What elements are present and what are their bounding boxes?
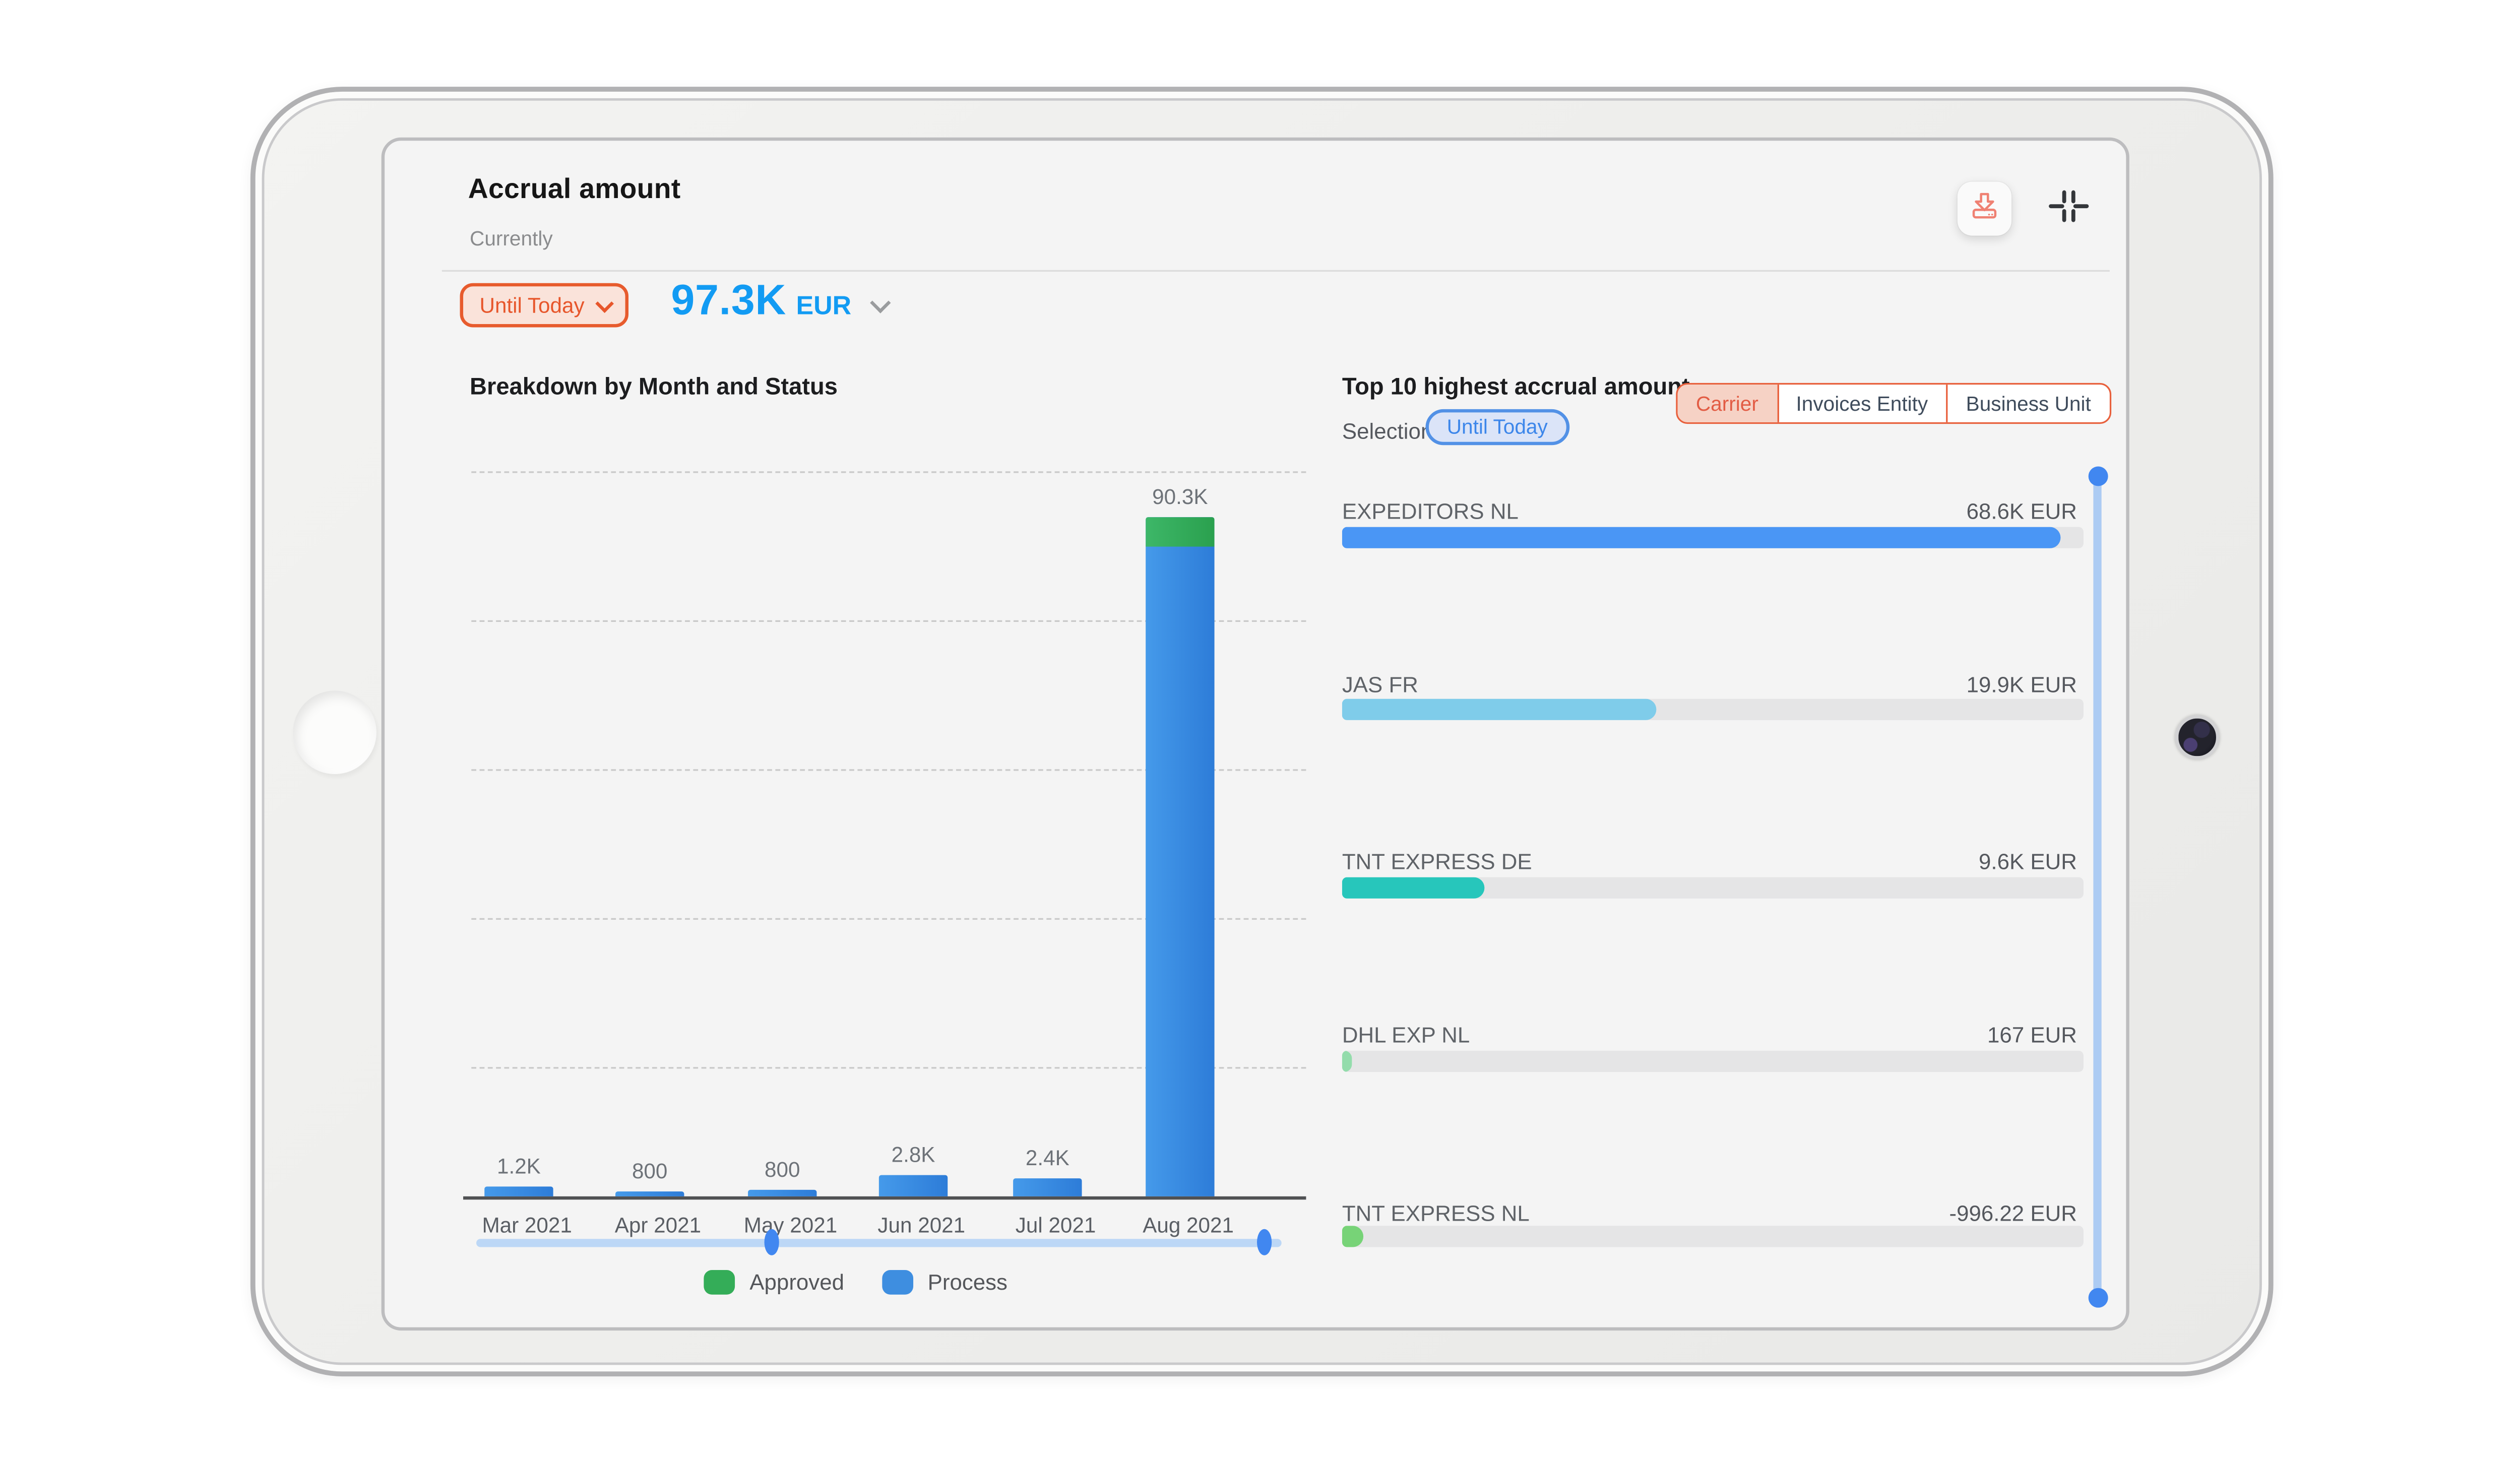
item-value: -996.22 EUR [1949,1201,2077,1226]
top10-title: Top 10 highest accrual amount [1342,375,1690,401]
item-name: JAS FR [1342,673,1418,698]
period-filter-button[interactable]: Until Today [460,283,629,328]
item-value: 9.6K EUR [1979,849,2077,874]
approved-legend-swatch [704,1270,735,1295]
process-legend-swatch [882,1270,913,1295]
scrollbar-handle-top[interactable] [2088,467,2107,486]
page-subtitle: Currently [470,227,553,250]
x-axis-label: Jul 2021 [998,1213,1113,1237]
tab-business-unit[interactable]: Business Unit [1947,385,2110,422]
item-progress-bar [1342,877,2084,899]
period-filter-label: Until Today [479,293,584,318]
approved-segment [1146,517,1214,546]
dashboard-screen: Accrual amount Currently [382,138,2129,1330]
bar-value-label: 1.2K [462,1154,576,1178]
item-value: 68.6K EUR [1967,499,2077,524]
category-segmented-control: Carrier Invoices Entity Business Unit [1676,383,2111,424]
header-divider [442,270,2110,272]
bar-value-label: 800 [593,1158,707,1183]
tablet-frame: Accrual amount Currently [250,87,2274,1376]
item-name: EXPEDITORS NL [1342,499,1519,524]
bar-chart-plot: 1.2K 800 800 2.8K 2.4K [463,435,1306,1200]
collapse-button[interactable] [2047,192,2090,227]
legend-label-process: Process [928,1270,1007,1295]
x-axis-label: Mar 2021 [470,1213,584,1237]
camera-lens-icon [2175,715,2220,759]
selection-label: Selection: [1342,419,1439,443]
total-amount-value: 97.3K [671,275,786,326]
page-title: Accrual amount [468,173,681,206]
x-axis-label: Aug 2021 [1131,1213,1245,1237]
item-name: TNT EXPRESS DE [1342,849,1532,874]
scrollbar-handle-bottom[interactable] [2088,1288,2107,1308]
bar-value-label: 2.8K [856,1143,970,1167]
selection-pill-label: Until Today [1447,416,1548,438]
download-button[interactable] [1958,181,2011,235]
range-slider-handle-start[interactable] [764,1229,778,1255]
range-slider-handle-end[interactable] [1256,1229,1271,1255]
bar-value-label: 2.4K [990,1146,1105,1170]
x-axis-label: Jun 2021 [864,1213,979,1237]
collapse-horizontal-icon [2047,189,2090,230]
bar-value-label: 800 [725,1156,840,1181]
home-button[interactable] [293,690,376,774]
item-name: DHL EXP NL [1342,1023,1470,1048]
chevron-down-icon [871,290,886,320]
download-tray-icon [1969,189,2000,228]
gridline [471,471,1306,473]
item-progress-bar [1342,1226,2084,1247]
x-axis-label: May 2021 [733,1213,848,1237]
page: Accrual amount Currently [0,0,2520,1458]
chart-title: Breakdown by Month and Status [470,375,838,401]
chevron-down-icon [596,294,614,312]
chart-range-slider[interactable] [476,1236,1282,1249]
tab-carrier[interactable]: Carrier [1678,385,1779,422]
item-progress-bar [1342,1051,2084,1072]
item-name: TNT EXPRESS NL [1342,1201,1530,1226]
item-progress-bar [1342,699,2084,720]
tab-invoices-entity[interactable]: Invoices Entity [1778,385,1947,422]
chart-legend: Approved Process [704,1270,1030,1295]
selection-pill[interactable]: Until Today [1425,409,1569,445]
x-axis-label: Apr 2021 [601,1213,715,1237]
total-amount-currency: EUR [796,293,852,322]
range-slider-track[interactable] [476,1239,1282,1246]
item-value: 167 EUR [1987,1023,2077,1048]
bar-value-label: 90.3K [1123,484,1237,509]
legend-label-approved: Approved [749,1270,844,1295]
item-progress-bar [1342,527,2084,548]
total-amount-dropdown[interactable]: 97.3K EUR [671,275,886,326]
list-scrollbar[interactable] [2093,473,2101,1301]
item-value: 19.9K EUR [1967,673,2077,698]
